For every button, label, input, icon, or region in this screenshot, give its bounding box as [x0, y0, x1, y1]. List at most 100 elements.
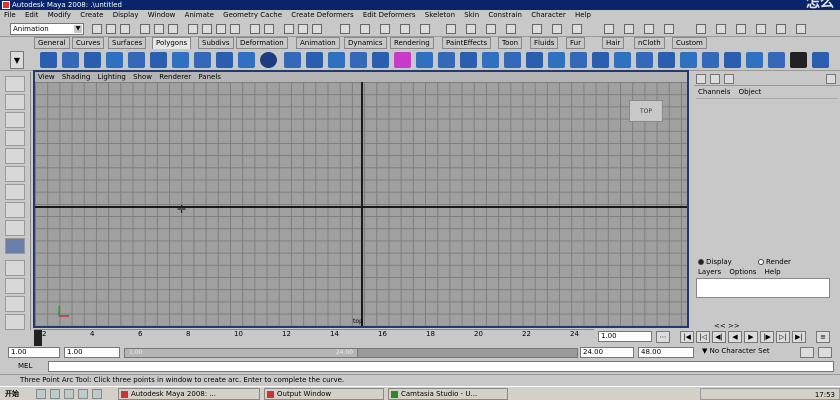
smooth-icon[interactable] — [350, 52, 367, 68]
magnet-icon[interactable] — [446, 24, 456, 34]
auto-key-icon[interactable] — [818, 347, 832, 358]
bridge-icon[interactable] — [482, 52, 499, 68]
layers-menu[interactable]: Layers — [698, 268, 721, 276]
tab-painteffects[interactable]: PaintEffects — [442, 37, 492, 49]
taskbar-camtasia[interactable]: Camtasia Studio - U... — [388, 388, 508, 400]
attribute-editor-icon[interactable] — [696, 24, 706, 34]
viewport-top[interactable]: View Shading Lighting Show Renderer Pane… — [33, 70, 689, 328]
open-scene-icon[interactable] — [106, 24, 116, 34]
show-desktop-icon[interactable] — [36, 389, 46, 399]
rotate-tool-icon[interactable] — [5, 148, 25, 164]
cylindrical-mapping-icon[interactable] — [702, 52, 719, 68]
tab-ncloth[interactable]: nCloth — [634, 37, 665, 49]
panel-menu-show[interactable]: Show — [133, 73, 152, 81]
tab-animation[interactable]: Animation — [296, 37, 340, 49]
layer-help-menu[interactable]: Help — [765, 268, 781, 276]
merge-icon[interactable] — [636, 52, 653, 68]
tab-fluids[interactable]: Fluids — [530, 37, 559, 49]
range-handle[interactable]: 1.00 24.00 — [124, 348, 358, 358]
menu-set-select[interactable]: Animation ▼ — [10, 23, 84, 35]
layer-list[interactable] — [696, 278, 830, 298]
poly-helix-icon[interactable] — [238, 52, 255, 68]
menu-create[interactable]: Create — [80, 11, 103, 19]
menu-modify[interactable]: Modify — [48, 11, 71, 19]
offset-edge-loop-icon[interactable] — [592, 52, 609, 68]
quick-select-icon[interactable] — [380, 24, 390, 34]
poly-sphere-icon[interactable] — [40, 52, 57, 68]
insert-edge-loop-icon[interactable] — [570, 52, 587, 68]
pick-mask-icon[interactable] — [188, 24, 198, 34]
tab-curves[interactable]: Curves — [72, 37, 105, 49]
tab-toon[interactable]: Toon — [498, 37, 523, 49]
options-menu[interactable]: Options — [729, 268, 756, 276]
poly-plane-icon[interactable] — [128, 52, 145, 68]
tab-general[interactable]: General — [34, 37, 70, 49]
soft-modification-icon[interactable] — [5, 202, 25, 218]
playback-end-field[interactable]: 24.00 — [580, 347, 634, 358]
character-set-select[interactable]: ▼ No Character Set — [700, 347, 796, 358]
tab-subdivs[interactable]: Subdivs — [198, 37, 234, 49]
view-cube[interactable]: TOP — [629, 100, 663, 122]
step-back-key-icon[interactable]: |◁ — [696, 331, 710, 343]
chevron-down-icon[interactable]: ▼ — [74, 25, 82, 33]
tab-hair[interactable]: Hair — [602, 37, 625, 49]
close-icon[interactable] — [826, 74, 836, 84]
select-component-icon[interactable] — [168, 24, 178, 34]
menu-character[interactable]: Character — [531, 11, 566, 19]
render-settings-icon[interactable] — [572, 24, 582, 34]
four-view-layout-icon[interactable] — [5, 278, 25, 294]
tab-rendering[interactable]: Rendering — [390, 37, 434, 49]
lasso-tool-icon[interactable] — [5, 94, 25, 110]
wireframe-icon[interactable] — [664, 24, 674, 34]
split-polygon-icon[interactable] — [548, 52, 565, 68]
persp-graph-layout-icon[interactable] — [5, 314, 25, 330]
three-point-arc-tool-icon[interactable] — [5, 238, 25, 254]
mirror-geometry-icon[interactable] — [438, 52, 455, 68]
animation-prefs-icon[interactable]: ≡ — [816, 331, 830, 343]
tool-settings-icon[interactable] — [716, 24, 726, 34]
poly-soccer-icon[interactable] — [260, 52, 277, 68]
menu-geometry-cache[interactable]: Geometry Cache — [223, 11, 282, 19]
menu-constrain[interactable]: Constrain — [488, 11, 522, 19]
input-line-icon[interactable] — [340, 24, 350, 34]
lock-icon[interactable] — [420, 24, 430, 34]
move-tool-icon[interactable] — [5, 130, 25, 146]
display-layer-radio[interactable]: Display — [698, 258, 732, 266]
select-hierarchy-icon[interactable] — [140, 24, 150, 34]
media-icon[interactable] — [78, 389, 88, 399]
paint-select-tool-icon[interactable] — [5, 112, 25, 128]
tab-custom[interactable]: Custom — [672, 37, 707, 49]
step-options-icon[interactable]: ⋯ — [656, 331, 670, 343]
attribute-toggle-icon[interactable] — [710, 74, 720, 84]
play-backwards-icon[interactable]: ◀ — [728, 331, 742, 343]
extract-icon[interactable] — [328, 52, 345, 68]
checker-icon[interactable] — [790, 52, 807, 68]
panel-menu-shading[interactable]: Shading — [62, 73, 90, 81]
quick-rename-icon[interactable] — [604, 24, 614, 34]
play-forwards-icon[interactable]: ▶ — [744, 331, 758, 343]
step-forward-key-icon[interactable]: ▷| — [776, 331, 790, 343]
soften-edge-icon[interactable] — [812, 52, 829, 68]
panel-menu-lighting[interactable]: Lighting — [98, 73, 126, 81]
show-manipulator-icon[interactable] — [5, 220, 25, 236]
layer-editor-icon[interactable] — [796, 24, 806, 34]
point-snap-icon[interactable] — [486, 24, 496, 34]
render-layer-radio[interactable]: Render — [758, 258, 791, 266]
menu-window[interactable]: Window — [148, 11, 176, 19]
start-time-field[interactable]: 1.00 — [8, 347, 60, 358]
layer-toggle-icon[interactable] — [724, 74, 734, 84]
menu-skeleton[interactable]: Skeleton — [425, 11, 455, 19]
uv-editor-icon[interactable] — [768, 52, 785, 68]
tab-dynamics[interactable]: Dynamics — [344, 37, 387, 49]
tab-deformation[interactable]: Deformation — [236, 37, 288, 49]
poly-cube-icon[interactable] — [62, 52, 79, 68]
menu-edit-deformers[interactable]: Edit Deformers — [363, 11, 416, 19]
collapse-icon[interactable] — [658, 52, 675, 68]
menu-animate[interactable]: Animate — [185, 11, 214, 19]
isolate-icon[interactable] — [644, 24, 654, 34]
boolean-intersection-icon[interactable] — [416, 52, 433, 68]
current-frame-marker[interactable] — [34, 330, 42, 346]
time-slider[interactable]: 2 4 6 8 10 12 14 16 18 20 22 24 — [34, 329, 594, 346]
render-view-icon[interactable] — [552, 24, 562, 34]
surface-snap-icon[interactable] — [506, 24, 516, 34]
